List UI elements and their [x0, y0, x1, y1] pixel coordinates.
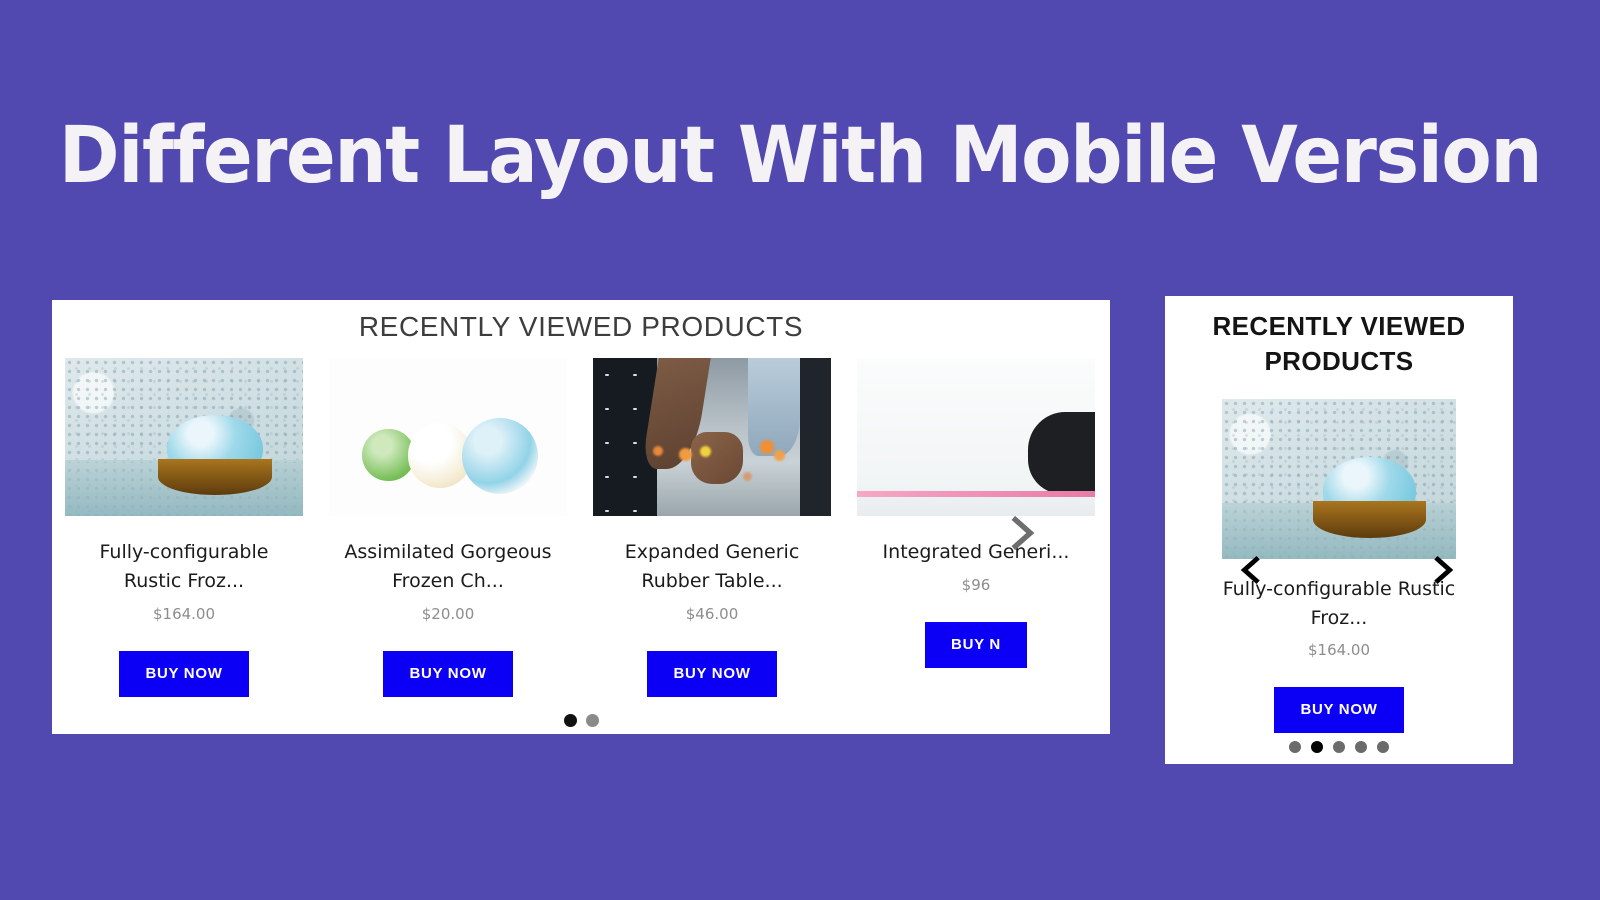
product-title: Fully-configurable Rustic Froz... — [99, 541, 269, 592]
bokeh-light — [773, 449, 785, 461]
buy-now-button[interactable]: BUY NOW — [647, 651, 777, 697]
carousel-dot[interactable] — [1333, 741, 1345, 753]
product-title: Integrated Generi... — [882, 541, 1070, 563]
product-card[interactable]: Expanded Generic Rubber Table... $46.00 … — [580, 358, 844, 697]
blue-bath-bomb — [462, 417, 539, 494]
studio-floor-backdrop — [857, 358, 1095, 516]
product-title: Expanded Generic Rubber Table... — [624, 541, 800, 592]
bokeh-light — [652, 446, 663, 457]
bokeh-light — [742, 471, 752, 481]
carousel-dot[interactable] — [1289, 741, 1301, 753]
carousel-dot[interactable] — [585, 714, 599, 727]
product-image[interactable] — [857, 358, 1095, 516]
clasped-hands — [690, 432, 743, 485]
carousel-dot[interactable] — [1311, 741, 1323, 753]
blue-shirt-sleeve — [747, 358, 801, 456]
buy-now-button[interactable]: BUY N — [925, 622, 1027, 668]
carousel-dot[interactable] — [1377, 741, 1389, 753]
bokeh-light — [759, 440, 774, 455]
product-price: $96 — [961, 576, 991, 594]
product-image[interactable] — [65, 358, 303, 516]
product-card[interactable]: Assimilated Gorgeous Frozen Ch... $20.00… — [316, 358, 580, 697]
chevron-left-icon[interactable] — [1235, 551, 1267, 589]
product-card[interactable]: Integrated Generi... $96 BUY N — [844, 358, 1108, 668]
buy-now-button[interactable]: BUY NOW — [119, 651, 249, 697]
desktop-carousel-dots[interactable] — [52, 714, 1110, 727]
carousel-dot[interactable] — [1355, 741, 1367, 753]
pink-yoga-mat — [857, 491, 1095, 498]
product-price: $46.00 — [685, 605, 739, 623]
product-price: $164.00 — [1307, 641, 1371, 659]
product-image[interactable] — [329, 358, 567, 516]
wooden-bowl-shape — [1313, 501, 1426, 539]
mobile-buy-row: BUY NOW — [1165, 659, 1513, 733]
desktop-carousel-track[interactable]: Fully-configurable Rustic Froz... $164.0… — [52, 358, 1110, 697]
dark-trousers — [800, 358, 831, 516]
person-silhouette — [1028, 411, 1095, 494]
chevron-right-icon[interactable] — [1002, 511, 1042, 555]
page-title: Different Layout With Mobile Version — [58, 111, 1543, 201]
mobile-carousel-dots[interactable] — [1165, 741, 1513, 753]
product-card[interactable]: Fully-configurable Rustic Froz... $164.0… — [52, 358, 316, 697]
product-title: Assimilated Gorgeous Frozen Ch... — [344, 541, 552, 592]
desktop-carousel-card: RECENTLY VIEWED PRODUCTS Fully-configura… — [52, 300, 1110, 734]
dusk-waterfront-backdrop — [593, 358, 831, 516]
carousel-dot[interactable] — [563, 714, 577, 727]
buy-now-button[interactable]: BUY NOW — [383, 651, 513, 697]
green-bath-bomb — [362, 428, 415, 482]
mobile-carousel-card: RECENTLY VIEWED PRODUCTS Fully-configura… — [1165, 296, 1513, 764]
white-studio-backdrop — [329, 358, 567, 516]
mobile-carousel-heading: RECENTLY VIEWED PRODUCTS — [1212, 311, 1466, 376]
product-price: $20.00 — [421, 605, 475, 623]
product-image[interactable] — [1222, 399, 1456, 559]
desktop-carousel-heading: RECENTLY VIEWED PRODUCTS — [358, 311, 804, 342]
buy-now-button[interactable]: BUY NOW — [1274, 687, 1404, 733]
product-price: $164.00 — [152, 605, 216, 623]
bokeh-light — [678, 448, 692, 462]
chevron-right-icon[interactable] — [1427, 551, 1459, 589]
product-image[interactable] — [593, 358, 831, 516]
